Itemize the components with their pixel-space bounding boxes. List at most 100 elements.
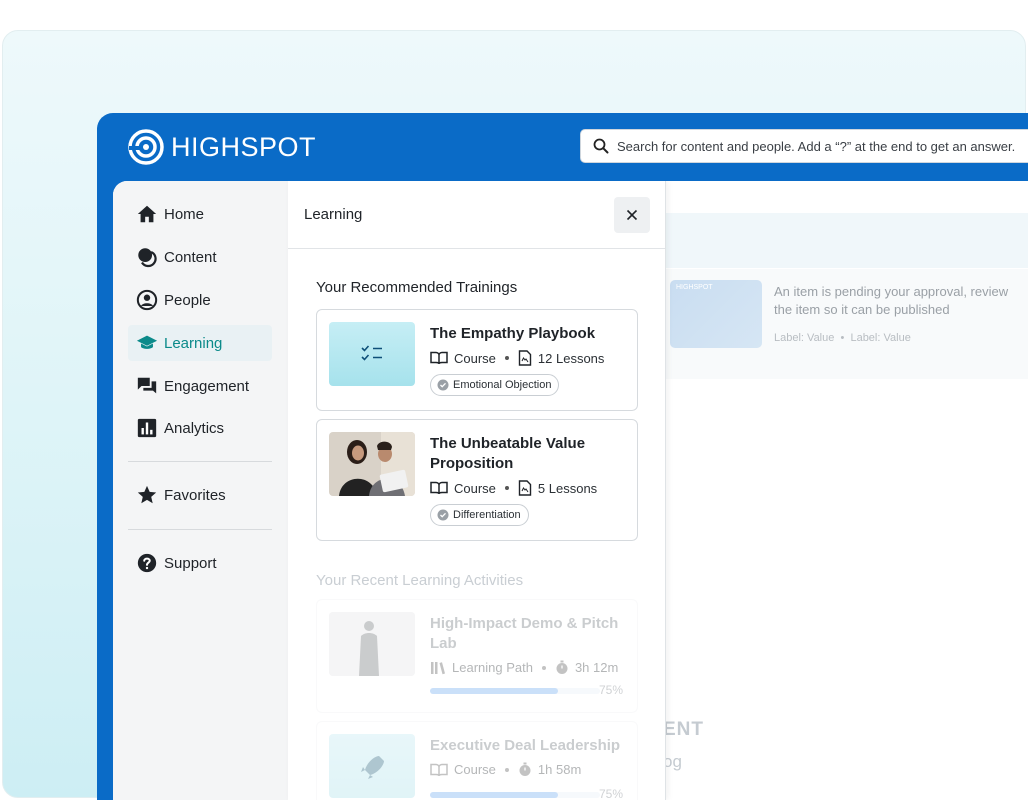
progress-percent: 75% (599, 683, 624, 697)
panel-header: Learning (288, 181, 665, 249)
progress-fill (430, 688, 558, 694)
recent-activity-card[interactable]: Executive Deal Leadership Course 1h 58m … (316, 721, 638, 800)
training-title: The Empathy Playbook (430, 325, 596, 342)
lesson-count: 5 Lessons (537, 480, 598, 496)
meta-label: Label: (774, 332, 804, 344)
document-icon (518, 480, 532, 496)
separator-dot (504, 356, 509, 360)
activity-title: Executive Deal Leadership (430, 737, 621, 754)
badge-icon (437, 379, 449, 391)
sidebar: Home Content People Learning Engagement … (113, 181, 288, 800)
approval-meta: Label: Value • Label: Value (774, 332, 911, 344)
star-icon (137, 485, 157, 504)
book-icon (430, 351, 448, 365)
graduation-cap-icon (136, 335, 158, 349)
stopwatch-icon (556, 660, 568, 674)
sidebar-item-people[interactable]: People (128, 282, 272, 318)
sidebar-item-favorites[interactable]: Favorites (128, 477, 272, 513)
progress-fill (430, 792, 558, 798)
content-icon (138, 248, 157, 268)
training-card[interactable]: The Empathy Playbook Course 12 Lessons E… (316, 309, 638, 411)
recommended-section-title: Your Recommended Trainings (316, 279, 518, 296)
approval-note: An item is pending your approval, review… (774, 284, 1009, 317)
tag-label: Differentiation (453, 509, 521, 521)
sidebar-item-learning[interactable]: Learning (128, 325, 272, 361)
activity-title: High-Impact Demo & Pitch Lab (430, 615, 619, 652)
sidebar-item-label: Learning (164, 334, 223, 352)
panel-title: Learning (304, 206, 363, 223)
training-type: Course (454, 480, 496, 496)
document-icon (518, 350, 532, 366)
meta-value: Value (883, 332, 911, 344)
skill-tag[interactable]: Emotional Objection (430, 374, 560, 396)
sidebar-item-support[interactable]: Support (128, 545, 272, 581)
sidebar-item-label: Home (164, 205, 205, 223)
search-icon (593, 138, 609, 154)
progress-percent: 75% (599, 787, 624, 800)
content-area: Home Content People Learning Engagement … (113, 181, 1028, 800)
presenter-thumbnail (329, 612, 415, 676)
rocket-thumbnail (329, 734, 415, 798)
training-meta: Course 5 Lessons (430, 480, 597, 496)
training-card[interactable]: The Unbeatable Value Proposition Course … (316, 419, 638, 541)
meta-label: Label: (850, 332, 881, 344)
search-input[interactable] (617, 138, 1028, 154)
recent-activity-card[interactable]: High-Impact Demo & Pitch Lab Learning Pa… (316, 599, 638, 713)
presenter-image (329, 612, 415, 676)
logo[interactable]: HIGHSPOT (127, 128, 316, 166)
activity-type: Learning Path (452, 660, 533, 675)
sidebar-item-analytics[interactable]: Analytics (128, 410, 272, 446)
activity-meta: Learning Path 3h 12m (430, 660, 618, 675)
recent-section-title: Your Recent Learning Activities (316, 572, 524, 589)
learning-path-icon (431, 661, 445, 674)
stopwatch-icon (519, 762, 531, 776)
home-icon (137, 205, 157, 223)
sidebar-divider (128, 461, 272, 462)
close-icon (626, 209, 638, 221)
training-meta: Course 12 Lessons (430, 350, 604, 366)
checklist-icon (361, 345, 382, 361)
chart-icon (137, 418, 157, 438)
separator-dot (541, 665, 546, 670)
business-people-image (329, 432, 415, 496)
close-panel-button[interactable] (614, 197, 650, 233)
sidebar-item-label: Content (164, 248, 217, 266)
checklist-thumbnail (329, 322, 415, 386)
highspot-logo-icon (128, 129, 164, 165)
progress-bar (430, 792, 600, 798)
skill-tag[interactable]: Differentiation (430, 504, 529, 526)
person-icon (136, 289, 158, 311)
thumbnail-brand: HIGHSPOT (676, 284, 713, 291)
activity-type: Course (454, 762, 496, 777)
book-icon (430, 481, 448, 495)
sidebar-item-content[interactable]: Content (128, 239, 272, 275)
badge-icon (437, 509, 449, 521)
help-icon (137, 553, 157, 573)
tag-label: Emotional Objection (453, 379, 552, 391)
lesson-count: 12 Lessons (537, 350, 605, 366)
separator-dot (504, 767, 509, 772)
training-type: Course (454, 350, 496, 366)
sidebar-item-label: Analytics (164, 419, 225, 437)
sidebar-item-home[interactable]: Home (128, 196, 272, 232)
activity-duration: 1h 58m (537, 762, 582, 777)
learning-panel: Learning Your Recommended Trainings The … (288, 181, 666, 800)
people-photo-thumbnail (329, 432, 415, 496)
meta-value: Value (807, 332, 835, 344)
search-box[interactable] (580, 129, 1028, 163)
sidebar-item-label: Support (164, 554, 217, 572)
training-title: The Unbeatable Value Proposition (430, 435, 586, 472)
rocket-icon (361, 756, 384, 779)
book-icon (430, 763, 448, 776)
background-heading: ENT (663, 719, 704, 740)
progress-bar (430, 688, 600, 694)
brand-name: HIGHSPOT (171, 131, 317, 162)
sidebar-item-label: Engagement (164, 377, 250, 395)
sidebar-item-engagement[interactable]: Engagement (128, 368, 272, 404)
chat-icon (137, 377, 157, 394)
app-window: HIGHSPOT Home Content People (97, 113, 1028, 800)
sidebar-divider (128, 529, 272, 530)
sidebar-item-label: People (164, 291, 211, 309)
sidebar-item-label: Favorites (164, 486, 226, 504)
background-thumbnail: HIGHSPOT (670, 280, 762, 348)
